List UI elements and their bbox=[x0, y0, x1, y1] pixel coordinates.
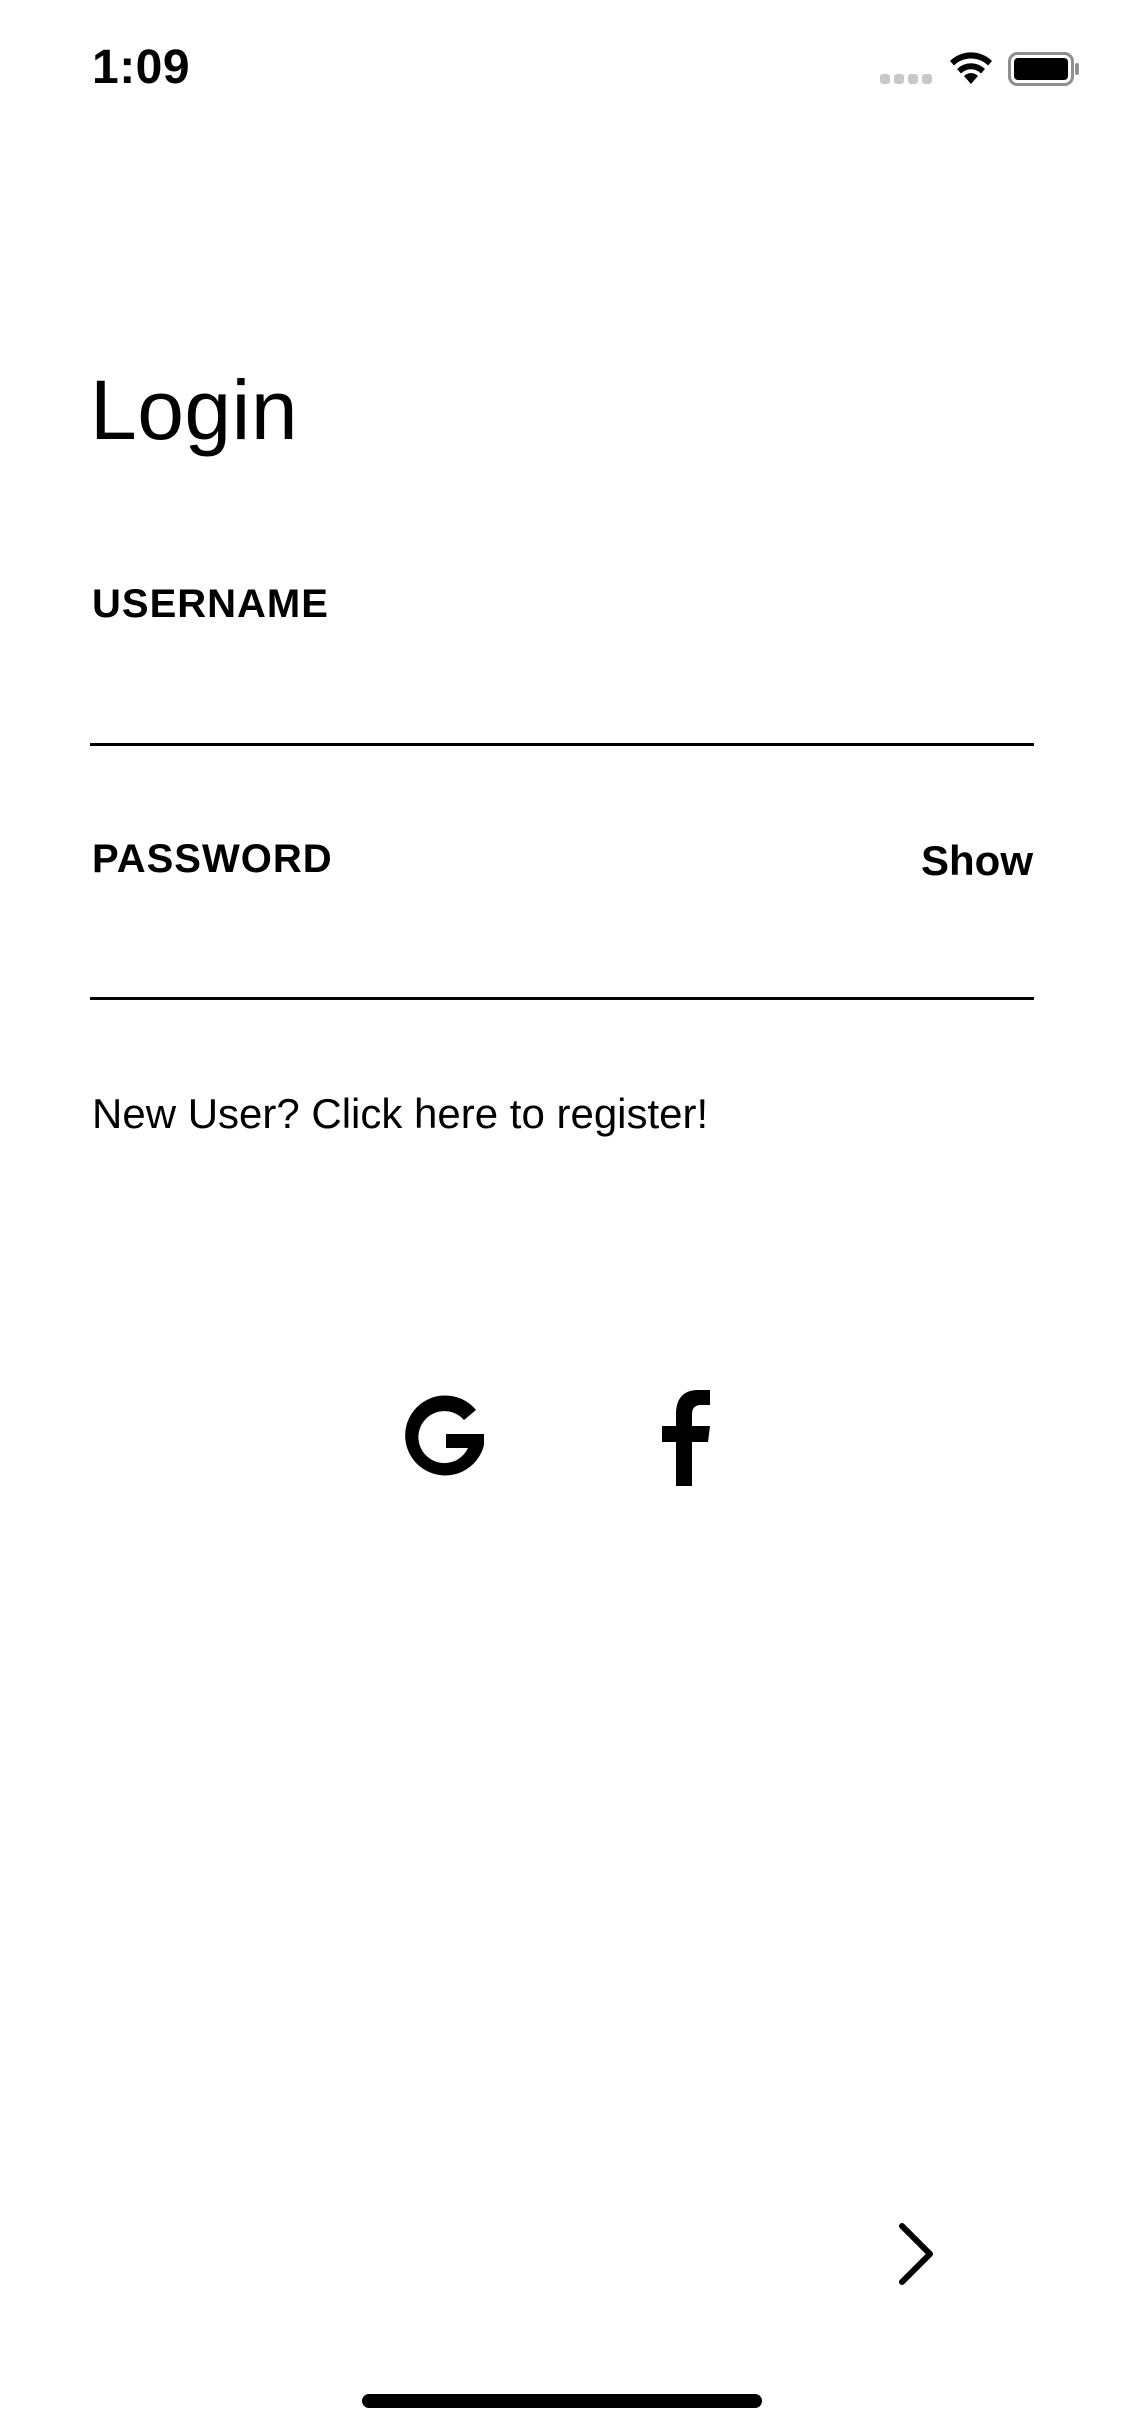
status-time: 1:09 bbox=[92, 41, 191, 94]
google-login-button[interactable] bbox=[394, 1390, 494, 1490]
page-title: Login bbox=[90, 363, 299, 457]
register-link[interactable]: New User? Click here to register! bbox=[92, 1090, 708, 1138]
username-input[interactable] bbox=[90, 676, 1034, 746]
password-label: PASSWORD bbox=[92, 837, 333, 881]
cellular-signal-icon bbox=[880, 74, 932, 84]
chevron-right-icon bbox=[899, 2223, 933, 2285]
home-indicator[interactable] bbox=[362, 2394, 762, 2408]
wifi-icon bbox=[950, 52, 992, 84]
facebook-login-button[interactable] bbox=[636, 1386, 736, 1486]
show-password-button[interactable]: Show bbox=[921, 837, 1033, 885]
battery-icon bbox=[1008, 52, 1079, 86]
next-button[interactable] bbox=[880, 2218, 952, 2290]
password-input[interactable] bbox=[90, 930, 1034, 1000]
username-label: USERNAME bbox=[92, 582, 329, 626]
google-g-icon bbox=[405, 1395, 484, 1476]
facebook-f-icon bbox=[662, 1390, 710, 1486]
